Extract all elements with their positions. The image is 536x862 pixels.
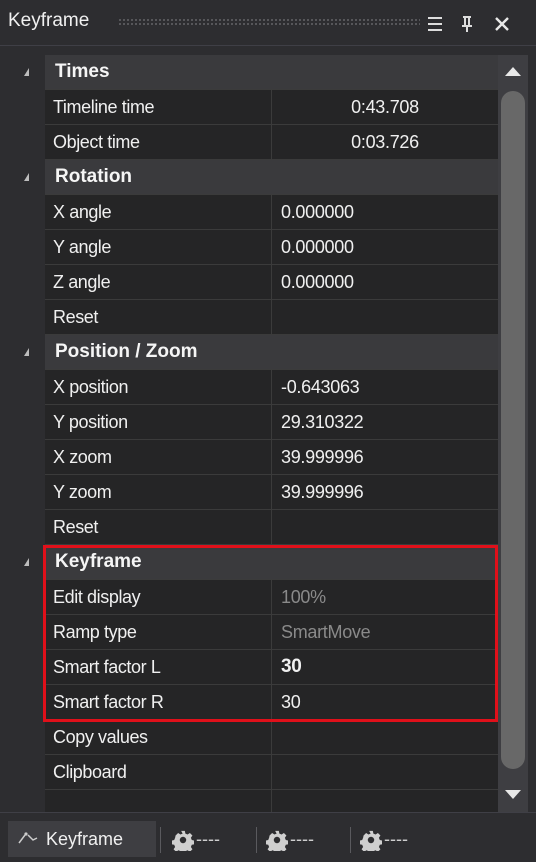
property-row-smart-factor-l[interactable]: Smart factor L 30 bbox=[8, 650, 498, 685]
property-row-z-angle[interactable]: Z angle 0.000000 bbox=[8, 265, 498, 300]
property-value[interactable] bbox=[272, 755, 498, 789]
property-name: Y angle bbox=[45, 230, 272, 264]
property-row-ramp-type[interactable]: Ramp type SmartMove bbox=[8, 615, 498, 650]
category-times[interactable]: Times bbox=[8, 55, 498, 90]
gear-icon bbox=[360, 831, 382, 852]
tab-label: ---- bbox=[384, 829, 408, 849]
property-value[interactable]: 0.000000 bbox=[272, 265, 498, 299]
scroll-thumb[interactable] bbox=[501, 91, 525, 769]
property-row-edit-display[interactable]: Edit display 100% bbox=[8, 580, 498, 615]
gear-icon bbox=[172, 831, 194, 852]
property-name: Reset bbox=[45, 300, 272, 334]
property-value[interactable]: 29.310322 bbox=[272, 405, 498, 439]
tab-separator bbox=[256, 827, 257, 853]
vertical-scrollbar[interactable] bbox=[498, 55, 528, 812]
property-name bbox=[45, 790, 272, 812]
property-row-y-angle[interactable]: Y angle 0.000000 bbox=[8, 230, 498, 265]
property-name: Ramp type bbox=[45, 615, 272, 649]
property-row-copy-values[interactable]: Copy values bbox=[8, 720, 498, 755]
category-label: Times bbox=[55, 61, 110, 82]
property-row-position-reset[interactable]: Reset bbox=[8, 510, 498, 545]
category-rotation[interactable]: Rotation bbox=[8, 160, 498, 195]
property-row-rotation-reset[interactable]: Reset bbox=[8, 300, 498, 335]
tab-gear-3[interactable]: ---- bbox=[360, 821, 408, 857]
gear-icon bbox=[266, 831, 288, 852]
tab-separator bbox=[350, 827, 351, 853]
property-row-y-position[interactable]: Y position 29.310322 bbox=[8, 405, 498, 440]
property-name: Y position bbox=[45, 405, 272, 439]
property-value[interactable]: 0.000000 bbox=[272, 230, 498, 264]
property-row-object-time[interactable]: Object time 0:03.726 bbox=[8, 125, 498, 160]
property-name: Edit display bbox=[45, 580, 272, 614]
property-value[interactable]: 30 bbox=[272, 685, 498, 719]
tab-bar: Keyframe ---- ---- ---- bbox=[0, 812, 536, 862]
property-row-timeline-time[interactable]: Timeline time 0:43.708 bbox=[8, 90, 498, 125]
property-name: X angle bbox=[45, 195, 272, 229]
property-name: Z angle bbox=[45, 265, 272, 299]
property-value bbox=[272, 790, 498, 812]
tab-gear-2[interactable]: ---- bbox=[266, 821, 314, 857]
property-value[interactable]: 39.999996 bbox=[272, 475, 498, 509]
property-value[interactable] bbox=[272, 300, 498, 334]
category-label: Rotation bbox=[55, 166, 133, 187]
tab-label: ---- bbox=[196, 829, 220, 849]
property-name: Smart factor R bbox=[45, 685, 272, 719]
property-name: Copy values bbox=[45, 720, 272, 754]
tab-separator bbox=[160, 827, 161, 853]
collapse-arrow-icon[interactable] bbox=[24, 68, 29, 76]
property-row-clipboard[interactable]: Clipboard bbox=[8, 755, 498, 790]
panel-title: Keyframe bbox=[8, 10, 90, 31]
collapse-arrow-icon[interactable] bbox=[24, 348, 29, 356]
property-row-x-angle[interactable]: X angle 0.000000 bbox=[8, 195, 498, 230]
property-value[interactable]: 0.000000 bbox=[272, 195, 498, 229]
property-row-empty bbox=[8, 790, 498, 812]
property-name: Timeline time bbox=[45, 90, 272, 124]
property-row-x-zoom[interactable]: X zoom 39.999996 bbox=[8, 440, 498, 475]
close-icon[interactable] bbox=[488, 13, 516, 35]
scroll-up-arrow-icon[interactable] bbox=[502, 61, 524, 83]
keyframe-curve-icon bbox=[18, 822, 46, 858]
property-name: Object time bbox=[45, 125, 272, 159]
collapse-arrow-icon[interactable] bbox=[24, 173, 29, 181]
category-keyframe[interactable]: Keyframe bbox=[8, 545, 498, 580]
scroll-down-arrow-icon[interactable] bbox=[502, 784, 524, 806]
property-row-smart-factor-r[interactable]: Smart factor R 30 bbox=[8, 685, 498, 720]
pin-icon[interactable] bbox=[456, 13, 478, 35]
property-name: Y zoom bbox=[45, 475, 272, 509]
menu-icon[interactable] bbox=[424, 13, 446, 35]
tab-keyframe[interactable]: Keyframe bbox=[8, 821, 156, 857]
property-row-y-zoom[interactable]: Y zoom 39.999996 bbox=[8, 475, 498, 510]
property-name: Clipboard bbox=[45, 755, 272, 789]
property-row-x-position[interactable]: X position -0.643063 bbox=[8, 370, 498, 405]
property-value[interactable] bbox=[272, 510, 498, 544]
property-value[interactable]: SmartMove bbox=[272, 615, 498, 649]
drag-grip[interactable] bbox=[118, 18, 420, 27]
property-value[interactable]: 30 bbox=[272, 650, 498, 684]
property-grid[interactable]: Times Timeline time 0:43.708 Object time… bbox=[8, 55, 498, 812]
property-value[interactable] bbox=[272, 720, 498, 754]
property-name: Smart factor L bbox=[45, 650, 272, 684]
tab-label: Keyframe bbox=[46, 829, 124, 849]
category-label: Position / Zoom bbox=[55, 341, 198, 362]
property-value[interactable]: 0:03.726 bbox=[272, 125, 498, 159]
collapse-arrow-icon[interactable] bbox=[24, 558, 29, 566]
category-position-zoom[interactable]: Position / Zoom bbox=[8, 335, 498, 370]
property-name: Reset bbox=[45, 510, 272, 544]
property-value[interactable]: -0.643063 bbox=[272, 370, 498, 404]
property-value[interactable]: 0:43.708 bbox=[272, 90, 498, 124]
property-name: X position bbox=[45, 370, 272, 404]
tab-label: ---- bbox=[290, 829, 314, 849]
property-value[interactable]: 100% bbox=[272, 580, 498, 614]
property-value[interactable]: 39.999996 bbox=[272, 440, 498, 474]
category-label: Keyframe bbox=[55, 551, 142, 572]
property-name: X zoom bbox=[45, 440, 272, 474]
panel-title-bar[interactable]: Keyframe bbox=[0, 0, 536, 46]
tab-gear-1[interactable]: ---- bbox=[172, 821, 220, 857]
